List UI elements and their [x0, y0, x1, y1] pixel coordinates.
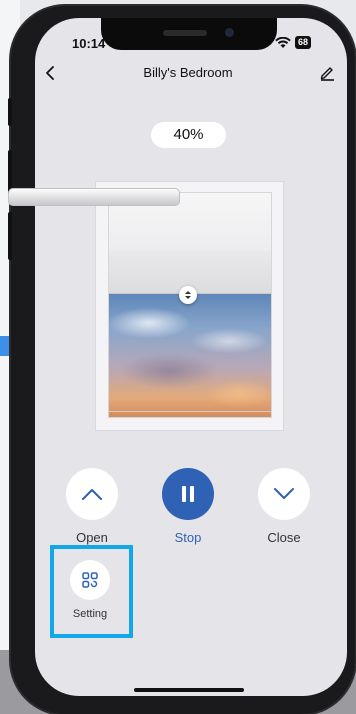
stop-control[interactable]: Stop [162, 468, 214, 545]
shade-roller [8, 188, 180, 206]
shade-drag-handle[interactable] [179, 286, 197, 304]
pause-icon [182, 486, 194, 502]
chevron-down-icon [274, 488, 294, 499]
chevron-left-icon [46, 66, 54, 80]
roller-shade [109, 193, 271, 294]
window-sill [108, 411, 271, 418]
sky-view [109, 293, 271, 417]
position-percent-badge: 40% [151, 122, 226, 148]
wifi-icon [275, 36, 291, 48]
close-button[interactable] [258, 468, 310, 520]
open-button[interactable] [66, 468, 118, 520]
battery-indicator: 68 [295, 36, 312, 49]
chevron-up-icon [82, 489, 102, 500]
status-indicators: 68 [275, 36, 312, 49]
setting-label: Setting [72, 608, 108, 620]
home-indicator[interactable] [134, 688, 244, 692]
close-label: Close [267, 530, 301, 545]
open-label: Open [76, 530, 108, 545]
stop-label: Stop [174, 530, 202, 545]
open-control[interactable]: Open [66, 468, 118, 545]
setting-control[interactable]: Setting [60, 560, 120, 620]
pencil-icon [320, 67, 334, 81]
camera-notch [101, 18, 277, 50]
status-time: 10:14 [72, 36, 106, 51]
stop-button[interactable] [162, 468, 214, 520]
close-control[interactable]: Close [258, 468, 310, 545]
drag-handle-icon [185, 291, 191, 299]
mute-switch [8, 98, 12, 126]
volume-down-button [8, 212, 12, 260]
speaker [163, 30, 207, 36]
edit-button[interactable] [318, 64, 336, 82]
front-camera [225, 28, 234, 37]
setting-button[interactable] [70, 560, 110, 600]
window-preview [95, 181, 284, 431]
back-button[interactable] [42, 64, 58, 82]
page-title: Billy's Bedroom [143, 65, 233, 80]
grid-icon [82, 572, 98, 588]
window-pane [108, 192, 272, 418]
